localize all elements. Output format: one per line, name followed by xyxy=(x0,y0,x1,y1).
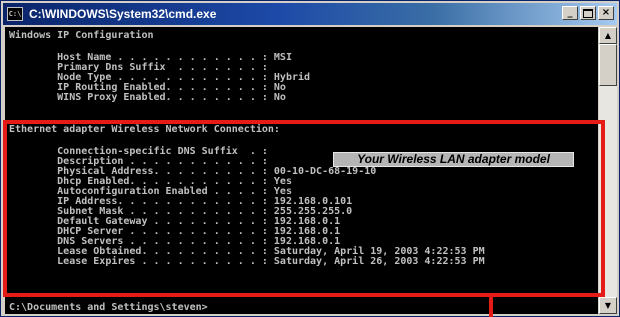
adapter-model-label: Your Wireless LAN adapter model xyxy=(333,152,574,167)
command-prompt[interactable]: C:\Documents and Settings\steven> xyxy=(9,303,208,313)
title-bar[interactable]: C:\ C:\WINDOWS\System32\cmd.exe _ × xyxy=(3,3,617,25)
cmd-app-icon[interactable]: C:\ xyxy=(7,7,23,21)
scroll-up-button[interactable]: ▲ xyxy=(599,27,617,44)
minimize-button[interactable]: _ xyxy=(562,6,578,20)
scroll-thumb[interactable] xyxy=(599,44,617,86)
maximize-icon xyxy=(583,9,593,18)
close-button[interactable]: × xyxy=(598,6,614,20)
title-buttons: _ × xyxy=(562,6,614,20)
adapter-highlight-box xyxy=(3,120,605,297)
callout-pointer xyxy=(489,297,493,317)
console-line: Windows IP Configuration xyxy=(9,30,154,41)
console-line: WINS Proxy Enabled. . . . . . . . : No xyxy=(9,92,286,103)
maximize-button[interactable] xyxy=(580,6,596,20)
scroll-down-button[interactable]: ▼ xyxy=(599,297,617,314)
window-title: C:\WINDOWS\System32\cmd.exe xyxy=(29,7,217,21)
